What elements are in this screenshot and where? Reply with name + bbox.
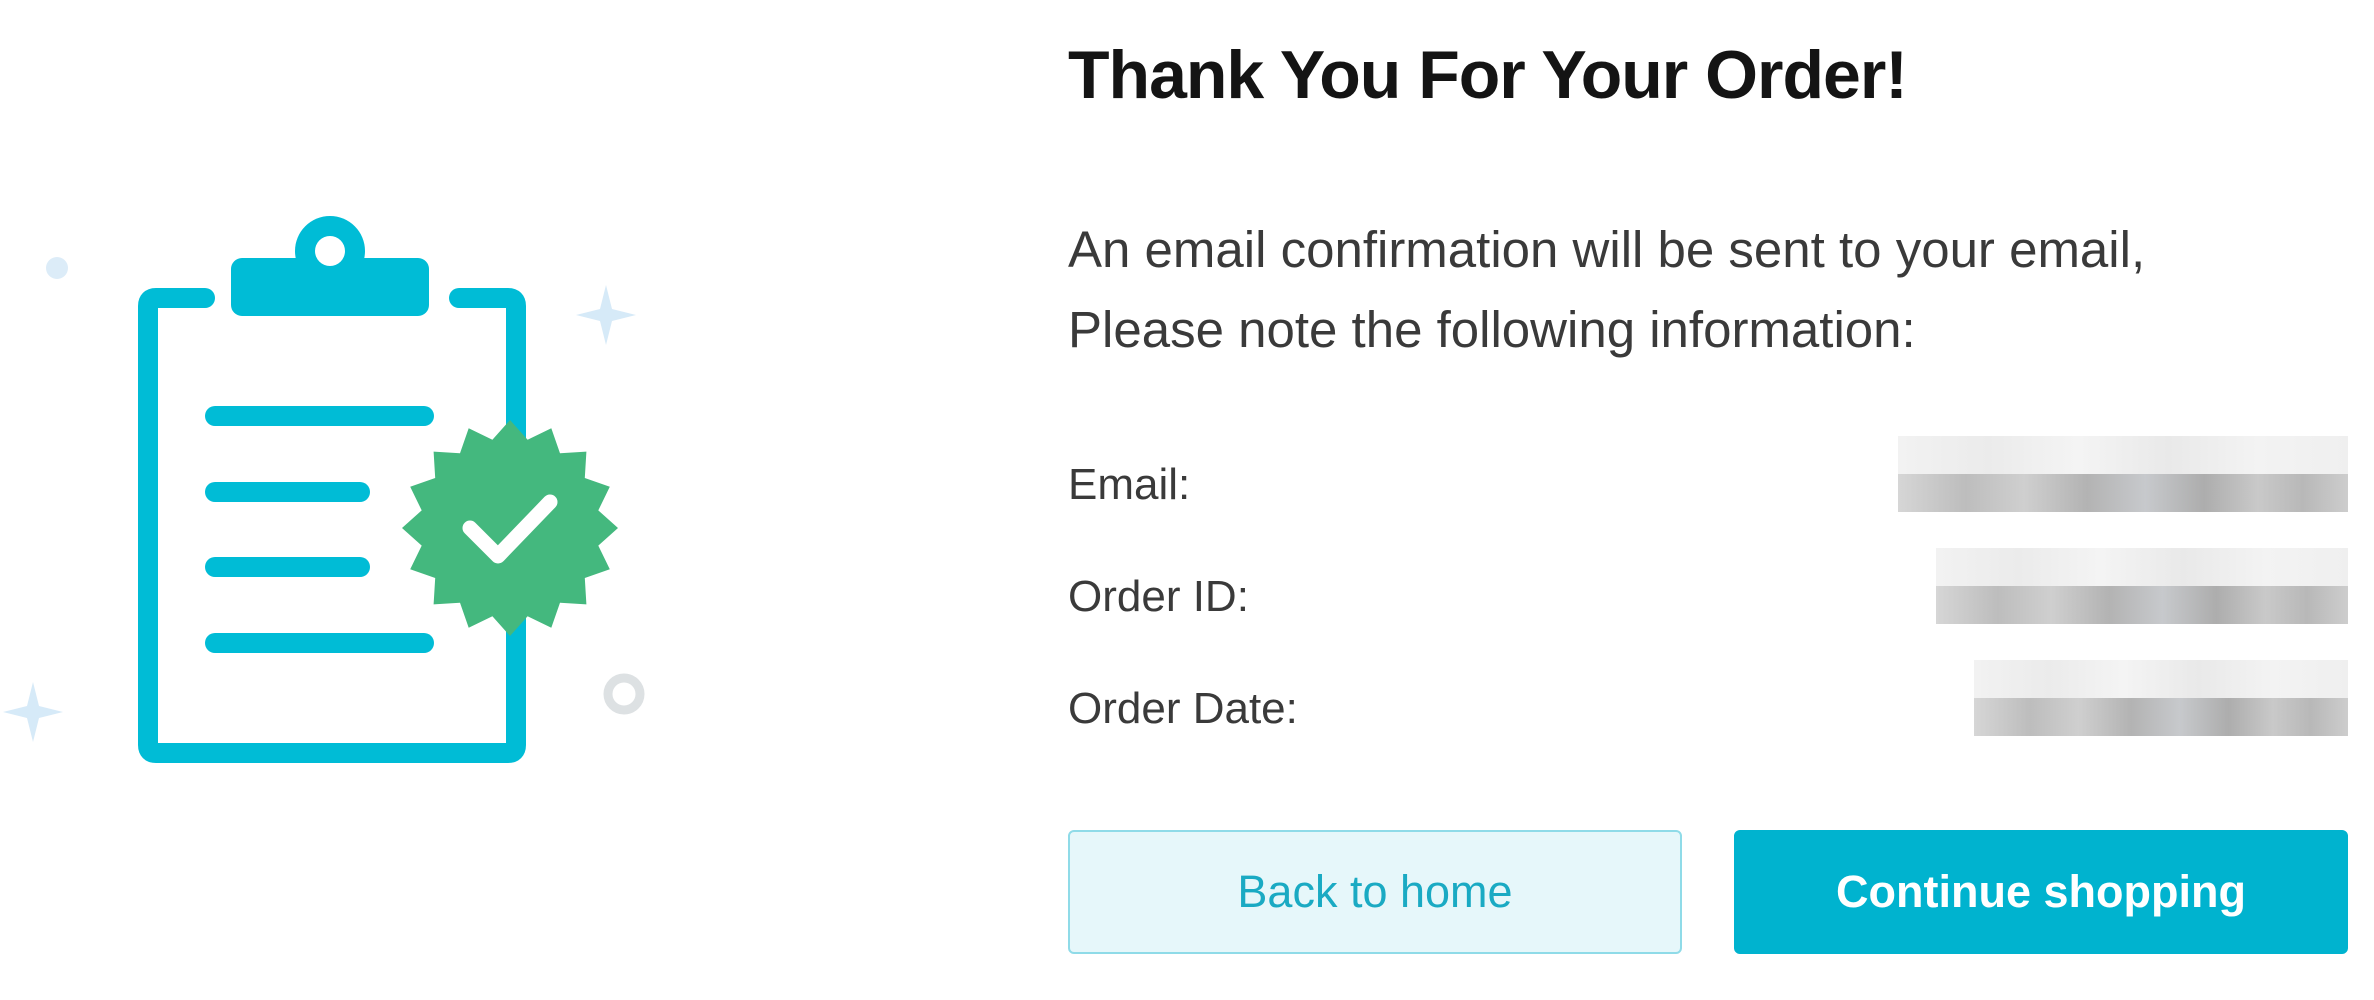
order-info: Email: Order ID: Order Date: (1068, 436, 2348, 772)
email-label: Email: (1068, 460, 1191, 509)
email-value-redacted (1898, 436, 2348, 512)
info-row-order-id: Order ID: (1068, 548, 2348, 660)
sparkle-icon (3, 682, 63, 742)
page-title: Thank You For Your Order! (1068, 37, 1908, 113)
back-to-home-button[interactable]: Back to home (1068, 830, 1682, 954)
info-row-email: Email: (1068, 436, 2348, 548)
verified-badge-icon (402, 420, 618, 636)
order-date-label: Order Date: (1068, 684, 1298, 733)
order-confirmation-illustration (0, 180, 680, 780)
order-summary: Thank You For Your Order! An email confi… (1068, 0, 2358, 1000)
sparkle-icon (576, 285, 636, 345)
decor-dot (46, 257, 68, 279)
order-date-value-redacted (1974, 660, 2348, 736)
order-id-value-redacted (1936, 548, 2348, 624)
intro-line: An email confirmation will be sent to yo… (1068, 221, 2146, 278)
intro-text: An email confirmation will be sent to yo… (1068, 210, 2328, 370)
intro-line: Please note the following information: (1068, 301, 1916, 358)
info-row-order-date: Order Date: (1068, 660, 2348, 772)
continue-shopping-button[interactable]: Continue shopping (1734, 830, 2348, 954)
order-id-label: Order ID: (1068, 572, 1249, 621)
action-buttons: Back to home Continue shopping (1068, 830, 2348, 954)
decor-ring (603, 673, 645, 715)
